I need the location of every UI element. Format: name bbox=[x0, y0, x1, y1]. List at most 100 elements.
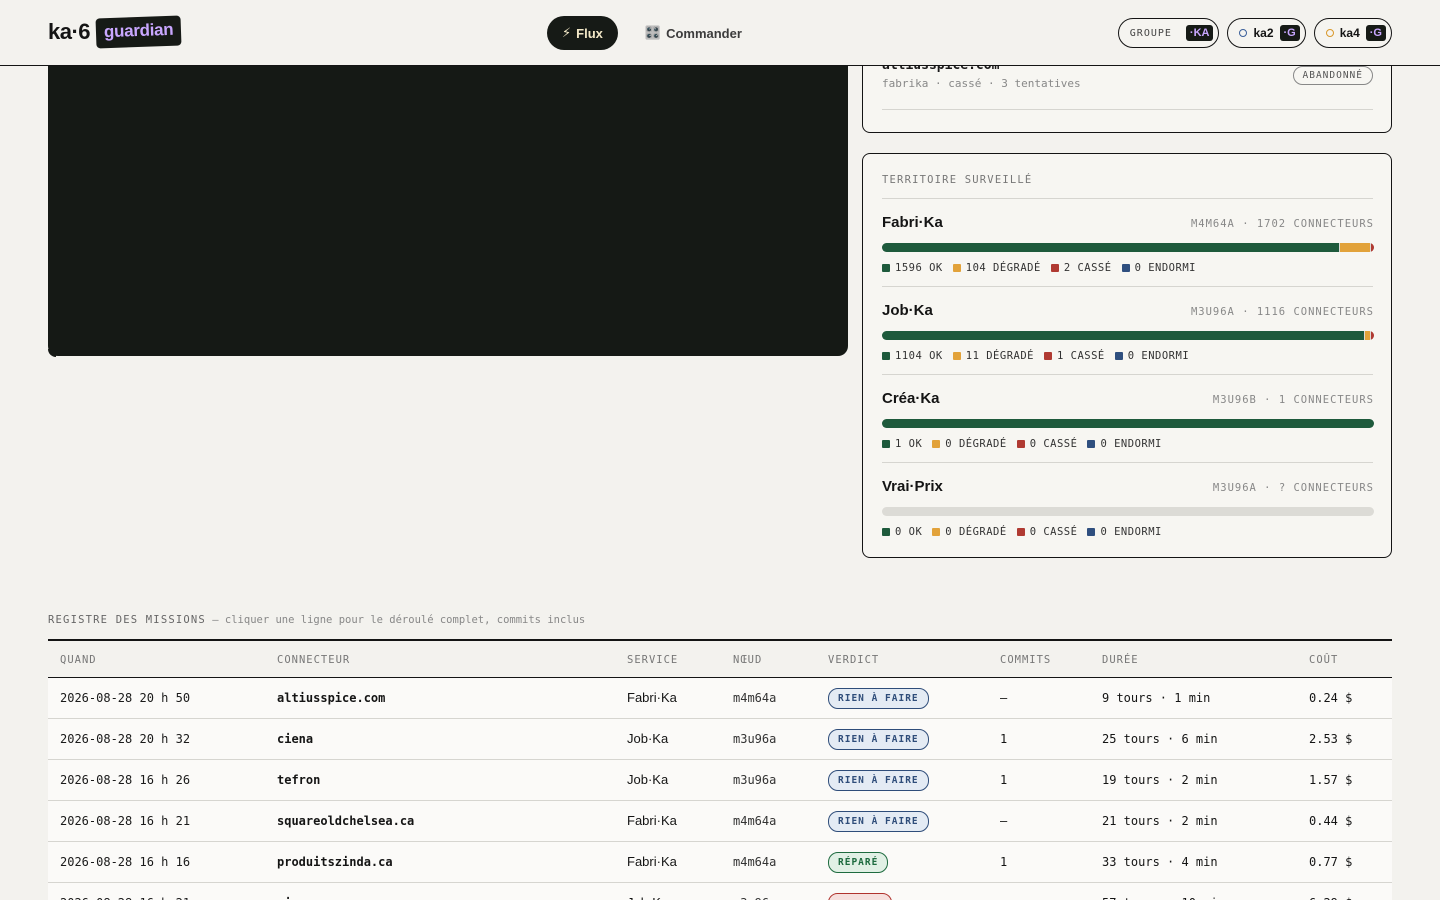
cell-commits: 1 bbox=[1000, 855, 1008, 869]
ka4-chip[interactable]: ka4 ·G bbox=[1313, 18, 1392, 48]
lightning-icon: ⚡ bbox=[562, 25, 572, 40]
cell-node: m3u96a bbox=[733, 896, 776, 900]
cell-verdict: RIEN À FAIRE bbox=[828, 729, 929, 750]
column-header-cost[interactable]: COÛT bbox=[1309, 654, 1338, 666]
cell-when: 2026-08-28 20 h 50 bbox=[60, 691, 191, 705]
health-bar bbox=[882, 419, 1374, 428]
health-bar bbox=[882, 507, 1374, 516]
service-name: Créa·Ka bbox=[882, 390, 940, 407]
legend-item-ok: 1104 OK bbox=[882, 350, 943, 362]
cell-cost: 0.24 $ bbox=[1309, 691, 1353, 705]
group-chip-tag: ·KA bbox=[1185, 25, 1214, 41]
cell-commits: 1 bbox=[1000, 773, 1008, 787]
ka2-chip[interactable]: ka2 ·G bbox=[1227, 18, 1306, 48]
cell-connector: ciena bbox=[277, 896, 313, 900]
legend-item-ok: 1596 OK bbox=[882, 262, 943, 274]
table-body: 2026-08-28 20 h 50 altiusspice.com Fabri·K… bbox=[48, 678, 1392, 900]
cell-duration: 21 tours · 2 min bbox=[1102, 814, 1218, 828]
legend-label: 0 ENDORMI bbox=[1134, 262, 1196, 274]
column-header-duration[interactable]: DURÉE bbox=[1102, 654, 1139, 666]
cell-cost: 2.53 $ bbox=[1309, 732, 1353, 746]
divider bbox=[882, 109, 1373, 110]
ka4-chip-label: ka4 bbox=[1339, 26, 1360, 40]
table-row[interactable]: 2026-08-28 20 h 32 ciena Job·Ka m3u96a RIEN … bbox=[48, 719, 1392, 760]
cell-cost: 0.44 $ bbox=[1309, 814, 1353, 828]
legend-item-broken: 0 CASSÉ bbox=[1016, 438, 1078, 450]
health-bar bbox=[882, 243, 1374, 252]
legend-item-ok: 0 OK bbox=[882, 526, 922, 538]
ka4-chip-tag: ·G bbox=[1365, 25, 1386, 41]
legend-square-icon bbox=[932, 440, 941, 448]
cell-commits: — bbox=[1000, 814, 1008, 828]
legend-label: 0 CASSÉ bbox=[1029, 526, 1078, 538]
divider bbox=[882, 198, 1373, 199]
legend-label: 2 CASSÉ bbox=[1063, 262, 1112, 274]
nav-flux-button[interactable]: ⚡ Flux bbox=[547, 16, 618, 50]
control-knobs-icon: 🎛️ bbox=[644, 25, 662, 40]
cell-service: Job·Ka bbox=[627, 895, 668, 900]
legend-item-asleep: 0 ENDORMI bbox=[1121, 262, 1196, 274]
legend-label: 0 ENDORMI bbox=[1100, 438, 1162, 450]
ka2-chip-tag: ·G bbox=[1279, 25, 1300, 41]
legend-square-icon bbox=[1087, 440, 1096, 448]
verdict-badge: RIEN À FAIRE bbox=[828, 688, 929, 709]
group-chip-label: GROUPE bbox=[1129, 27, 1172, 39]
health-legend: 1104 OK 11 DÉGRADÉ 1 CASSÉ 0 ENDORMI bbox=[882, 350, 1189, 362]
nav-commander-button[interactable]: 🎛️ Commander bbox=[630, 16, 757, 50]
cell-when: 2026-08-28 20 h 32 bbox=[60, 732, 191, 746]
verdict-badge: RIEN À FAIRE bbox=[828, 770, 929, 791]
divider bbox=[882, 286, 1373, 287]
cell-node: m4m64a bbox=[733, 814, 777, 828]
cell-verdict: RIEN À FAIRE bbox=[828, 811, 929, 832]
table-row[interactable]: 2026-08-28 16 h 26 tefron Job·Ka m3u96a RIEN… bbox=[48, 760, 1392, 801]
health-bar-segment-degraded bbox=[1365, 331, 1371, 340]
divider bbox=[882, 462, 1373, 463]
cell-node: m4m64a bbox=[733, 855, 777, 869]
column-header-commits[interactable]: COMMITS bbox=[1000, 654, 1051, 666]
cell-connector: ciena bbox=[277, 732, 314, 746]
service-name: Job·Ka bbox=[882, 302, 933, 319]
cell-duration: 57 tours · 10 min bbox=[1102, 896, 1225, 900]
group-chip[interactable]: GROUPE ·KA bbox=[1117, 18, 1220, 48]
column-header-when[interactable]: QUAND bbox=[60, 654, 97, 666]
column-header-verdict[interactable]: VERDICT bbox=[828, 654, 879, 666]
column-header-connector[interactable]: CONNECTEUR bbox=[277, 654, 350, 666]
health-bar bbox=[882, 331, 1374, 340]
health-legend: 1596 OK 104 DÉGRADÉ 2 CASSÉ 0 ENDORMI bbox=[882, 262, 1196, 274]
cell-service: Fabri·Ka bbox=[627, 690, 677, 705]
legend-square-icon bbox=[932, 528, 941, 536]
cell-duration: 33 tours · 4 min bbox=[1102, 855, 1218, 869]
verdict-badge: RIEN À FAIRE bbox=[828, 811, 929, 832]
service-meta: M3U96A · 1116 CONNECTEURS bbox=[1190, 306, 1374, 318]
cell-verdict: RÉPARÉ bbox=[828, 852, 889, 873]
column-header-node[interactable]: NŒUD bbox=[733, 654, 762, 666]
service-block: Créa·Ka M3U96B · 1 CONNECTEURS 1 OK 0 DÉG… bbox=[882, 390, 1374, 470]
legend-label: 1 OK bbox=[895, 438, 923, 450]
table-row[interactable]: 2026-08-28 16 h 21 ciena Job·Ka m3u96a 57 to… bbox=[48, 883, 1392, 900]
legend-label: 0 OK bbox=[895, 526, 923, 538]
registry-caption: REGISTRE DES MISSIONS — cliquer une lign… bbox=[48, 614, 585, 626]
cell-verdict bbox=[828, 893, 892, 900]
table-row[interactable]: 2026-08-28 20 h 50 altiusspice.com Fabri·K… bbox=[48, 678, 1392, 719]
legend-item-broken: 2 CASSÉ bbox=[1050, 262, 1112, 274]
health-bar-segment-broken bbox=[1371, 243, 1374, 252]
logo[interactable]: ka·6 guardian bbox=[48, 15, 182, 49]
health-bar-segment-broken bbox=[1371, 331, 1374, 340]
cell-verdict: RIEN À FAIRE bbox=[828, 688, 929, 709]
verdict-badge bbox=[828, 893, 892, 900]
health-bar-segment-ok bbox=[882, 331, 1365, 340]
cell-connector: altiusspice.com bbox=[277, 691, 386, 705]
legend-item-asleep: 0 ENDORMI bbox=[1114, 350, 1190, 362]
cell-service: Fabri·Ka bbox=[627, 813, 677, 828]
service-meta: M3U96A · ? CONNECTEURS bbox=[1212, 482, 1374, 494]
table-row[interactable]: 2026-08-28 16 h 21 squareoldchelsea.ca Fab… bbox=[48, 801, 1392, 842]
cell-commits: — bbox=[1000, 691, 1008, 705]
column-header-service[interactable]: SERVICE bbox=[627, 654, 678, 666]
cell-node: m4m64a bbox=[733, 691, 777, 705]
cell-when: 2026-08-28 16 h 26 bbox=[60, 773, 191, 787]
cell-node: m3u96a bbox=[733, 773, 777, 787]
legend-item-asleep: 0 ENDORMI bbox=[1087, 438, 1161, 450]
table-row[interactable]: 2026-08-28 16 h 16 produitszinda.ca Fabri·… bbox=[48, 842, 1392, 883]
cell-verdict: RIEN À FAIRE bbox=[828, 770, 929, 791]
legend-label: 0 ENDORMI bbox=[1127, 350, 1190, 362]
